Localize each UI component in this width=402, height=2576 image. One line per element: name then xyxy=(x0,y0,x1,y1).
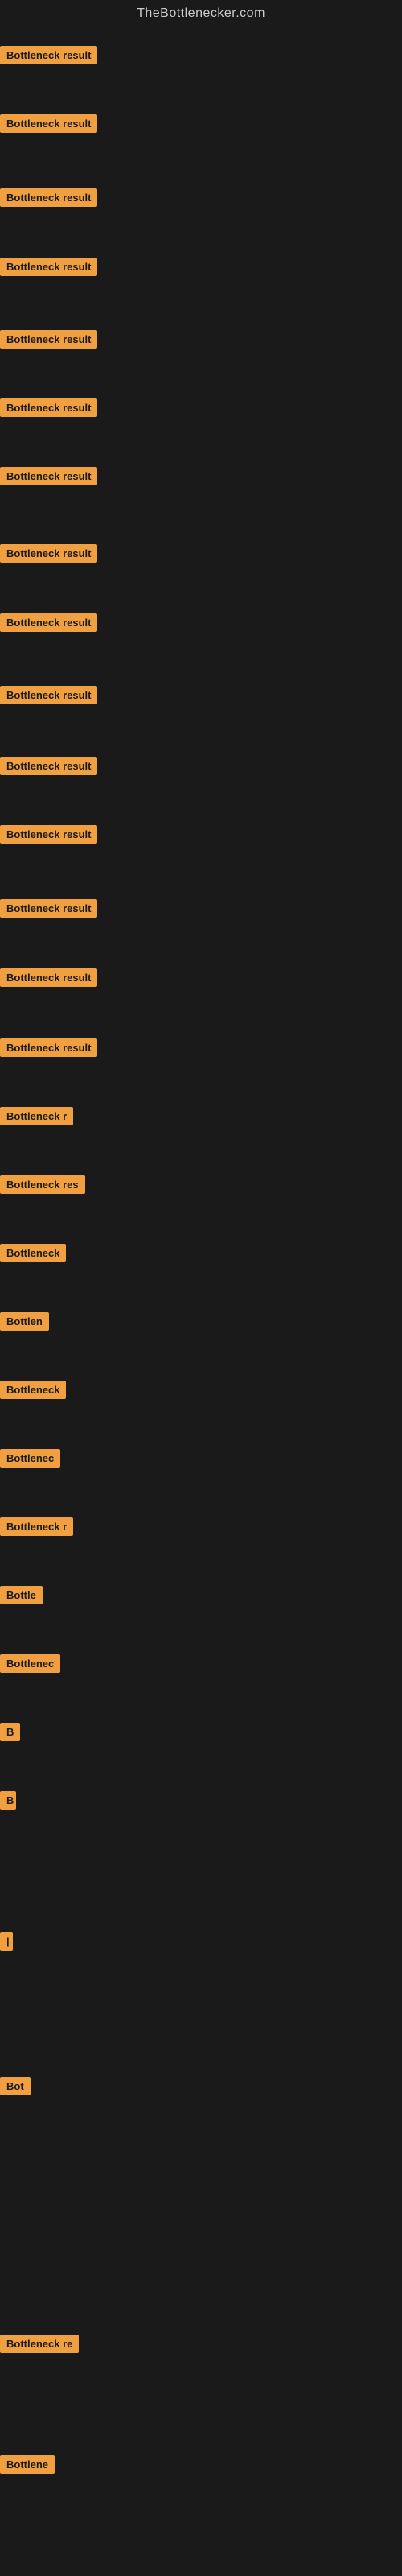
bottleneck-label: Bottlenec xyxy=(0,1654,60,1673)
bottleneck-label: Bottleneck xyxy=(0,1381,66,1399)
bottleneck-item: Bottleneck result xyxy=(0,114,97,137)
bottleneck-item: Bottleneck result xyxy=(0,1038,97,1061)
bottleneck-label: Bottleneck result xyxy=(0,757,97,775)
bottleneck-item: Bottleneck result xyxy=(0,757,97,779)
bottleneck-item: Bottleneck result xyxy=(0,398,97,421)
bottleneck-label: Bot xyxy=(0,2077,31,2095)
bottleneck-label: Bottleneck result xyxy=(0,968,97,987)
bottleneck-item: Bottleneck result xyxy=(0,188,97,211)
bottleneck-item: Bottleneck re xyxy=(0,2334,79,2357)
bottleneck-item: Bottleneck result xyxy=(0,544,97,567)
bottleneck-label: Bottleneck result xyxy=(0,544,97,563)
bottleneck-item: Bottleneck result xyxy=(0,825,97,848)
bottleneck-label: Bottleneck r xyxy=(0,1107,73,1125)
bottleneck-item: | xyxy=(0,1932,13,1955)
bottleneck-label: Bottleneck result xyxy=(0,330,97,349)
bottleneck-label: Bottleneck result xyxy=(0,825,97,844)
bottleneck-item: Bottleneck xyxy=(0,1244,66,1266)
bottleneck-label: Bottlenec xyxy=(0,1449,60,1468)
bottleneck-label: Bottleneck r xyxy=(0,1517,73,1536)
site-title: TheBottlenecker.com xyxy=(0,0,402,24)
bottleneck-item: Bottleneck r xyxy=(0,1107,73,1129)
bottleneck-label: B xyxy=(0,1723,20,1741)
bottleneck-item: Bottleneck r xyxy=(0,1517,73,1540)
bottleneck-label: Bottleneck result xyxy=(0,398,97,417)
bottleneck-label: Bottle xyxy=(0,1586,43,1604)
bottleneck-item: B xyxy=(0,1791,16,1814)
bottleneck-item: Bottle xyxy=(0,1586,43,1608)
bottleneck-item: B xyxy=(0,1723,20,1745)
bottleneck-label: B xyxy=(0,1791,16,1810)
bottleneck-label: Bottleneck result xyxy=(0,467,97,485)
bottleneck-item: Bottleneck result xyxy=(0,467,97,489)
bottleneck-label: | xyxy=(0,1932,13,1951)
bottleneck-item: Bottlenec xyxy=(0,1449,60,1472)
bottleneck-label: Bottleneck xyxy=(0,1244,66,1262)
bottleneck-item: Bottlene xyxy=(0,2455,55,2478)
bottleneck-label: Bottleneck result xyxy=(0,686,97,704)
bottleneck-item: Bot xyxy=(0,2077,31,2099)
bottleneck-item: Bottlenec xyxy=(0,1654,60,1677)
bottleneck-item: Bottleneck result xyxy=(0,330,97,353)
bottleneck-item: Bottleneck xyxy=(0,1381,66,1403)
bottleneck-label: Bottlen xyxy=(0,1312,49,1331)
bottleneck-label: Bottleneck result xyxy=(0,188,97,207)
bottleneck-label: Bottleneck result xyxy=(0,899,97,918)
bottleneck-label: Bottleneck result xyxy=(0,258,97,276)
bottleneck-label: Bottleneck result xyxy=(0,613,97,632)
bottleneck-item: Bottleneck result xyxy=(0,686,97,708)
bottleneck-item: Bottleneck result xyxy=(0,899,97,922)
bottleneck-item: Bottleneck result xyxy=(0,613,97,636)
bottleneck-label: Bottleneck result xyxy=(0,46,97,64)
bottleneck-label: Bottleneck result xyxy=(0,114,97,133)
bottleneck-item: Bottlen xyxy=(0,1312,49,1335)
bottleneck-label: Bottlene xyxy=(0,2455,55,2474)
bottleneck-item: Bottleneck result xyxy=(0,46,97,68)
bottleneck-item: Bottleneck result xyxy=(0,968,97,991)
bottleneck-label: Bottleneck re xyxy=(0,2334,79,2353)
bottleneck-label: Bottleneck res xyxy=(0,1175,85,1194)
bottleneck-item: Bottleneck result xyxy=(0,258,97,280)
bottleneck-label: Bottleneck result xyxy=(0,1038,97,1057)
bottleneck-item: Bottleneck res xyxy=(0,1175,85,1198)
